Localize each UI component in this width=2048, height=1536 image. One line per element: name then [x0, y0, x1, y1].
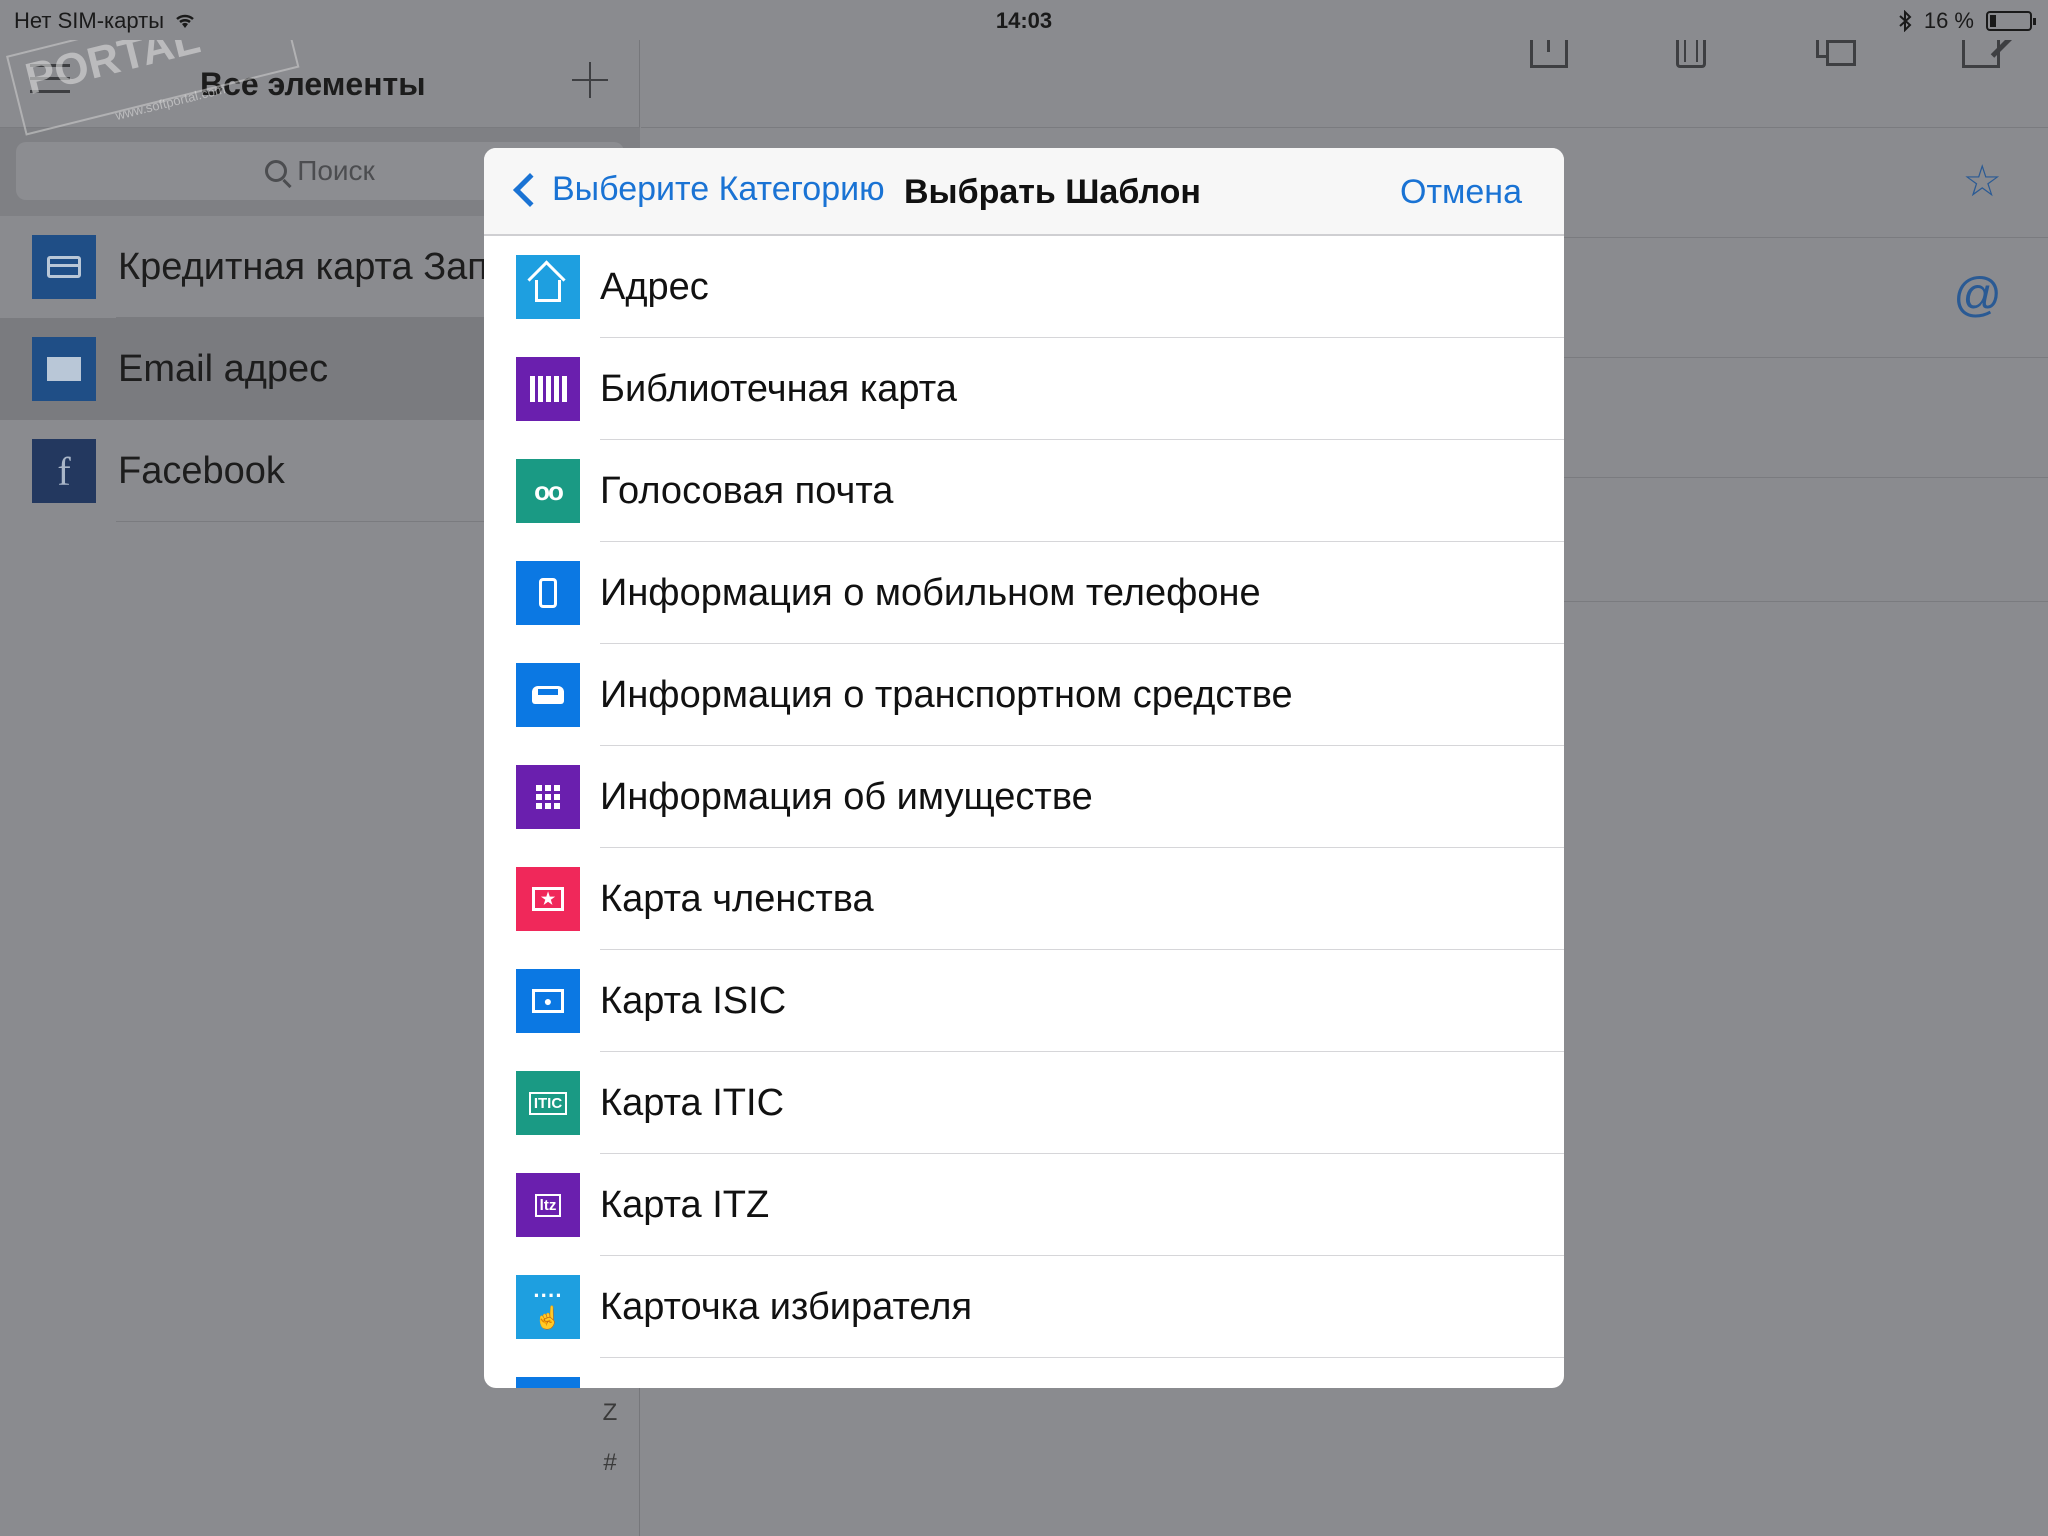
template-row[interactable]: ● Карта ISIC: [484, 950, 1564, 1052]
status-time: 14:03: [995, 8, 1053, 33]
template-row[interactable]: Информация о мобильном телефоне: [484, 542, 1564, 644]
list-item-label: Facebook: [118, 449, 285, 492]
back-label: Выберите Категорию: [552, 170, 885, 208]
home-icon: [516, 255, 580, 319]
template-row[interactable]: Библиотечная карта: [484, 338, 1564, 440]
template-row[interactable]: Информация о транспортном средстве: [484, 644, 1564, 746]
itz-card-icon: ltz: [516, 1173, 580, 1237]
template-label: Голосовая почта: [600, 469, 894, 512]
template-label: Адрес: [600, 265, 709, 308]
car-icon: [516, 663, 580, 727]
index-letter[interactable]: Z: [598, 1388, 622, 1438]
mobile-phone-icon: [516, 561, 580, 625]
template-label: Библиотечная карта: [600, 367, 957, 410]
modal-title: Выбрать Шаблон: [904, 173, 1201, 211]
status-bar: Нет SIM-карты 14:03 16 %: [0, 0, 2048, 40]
template-row[interactable]: ···· ☝ Карточка избирателя: [484, 1256, 1564, 1358]
facebook-icon: f: [32, 439, 96, 503]
template-label: Карточка избирателя: [600, 1285, 973, 1328]
at-icon[interactable]: @: [1953, 268, 2002, 323]
credit-card-icon: [32, 235, 96, 299]
dialer-card-icon: ···· ☝: [516, 1275, 580, 1339]
battery-percent: 16 %: [1923, 8, 1974, 33]
template-row[interactable]: ITIC Карта ITIC: [484, 1052, 1564, 1154]
template-row-partial[interactable]: [484, 1358, 1564, 1388]
search-icon: [265, 160, 288, 182]
template-label: Карта ISIC: [600, 979, 787, 1022]
template-label: Карта ITIC: [600, 1081, 785, 1124]
modal-header: Выберите Категорию Выбрать Шаблон Отмена: [484, 148, 1564, 236]
mail-icon: [32, 337, 96, 401]
template-label: Карта членства: [600, 877, 874, 920]
template-row[interactable]: Адрес: [484, 236, 1564, 338]
template-label: Информация об имуществе: [600, 775, 1093, 818]
battery-icon: [1986, 11, 2036, 31]
bluetooth-icon: [1899, 10, 1912, 32]
itic-card-icon: ITIC: [516, 1071, 580, 1135]
books-icon: [516, 357, 580, 421]
voicemail-icon: oo: [516, 459, 580, 523]
template-label: Карта ITZ: [600, 1183, 770, 1226]
template-row[interactable]: ★ Карта членства: [484, 848, 1564, 950]
membership-card-icon: ★: [516, 867, 580, 931]
list-item-label: Email адрес: [118, 347, 329, 390]
template-row[interactable]: oo Голосовая почта: [484, 440, 1564, 542]
isic-card-icon: ●: [516, 969, 580, 1033]
status-right: 16 %: [1898, 8, 2036, 34]
template-label: Информация о мобильном телефоне: [600, 571, 1261, 614]
template-row[interactable]: ltz Карта ITZ: [484, 1154, 1564, 1256]
star-icon[interactable]: ☆: [1963, 156, 2002, 207]
template-list: Адрес Библиотечная карта oo Голосовая по…: [484, 236, 1564, 1388]
list-item-label: Кредитная карта Зап: [118, 245, 488, 288]
back-button[interactable]: Выберите Категорию: [508, 170, 885, 209]
search-placeholder: Поиск: [297, 155, 375, 186]
partial-template-icon: [516, 1377, 580, 1388]
add-icon[interactable]: [570, 60, 610, 100]
template-picker-modal: Выберите Категорию Выбрать Шаблон Отмена…: [484, 148, 1564, 1388]
chevron-left-icon: [513, 172, 547, 207]
section-index[interactable]: Z #: [598, 1388, 622, 1488]
template-row[interactable]: Информация об имуществе: [484, 746, 1564, 848]
template-label: Информация о транспортном средстве: [600, 673, 1293, 716]
index-letter[interactable]: #: [598, 1438, 622, 1488]
building-icon: [516, 765, 580, 829]
cancel-button[interactable]: Отмена: [1400, 173, 1522, 212]
